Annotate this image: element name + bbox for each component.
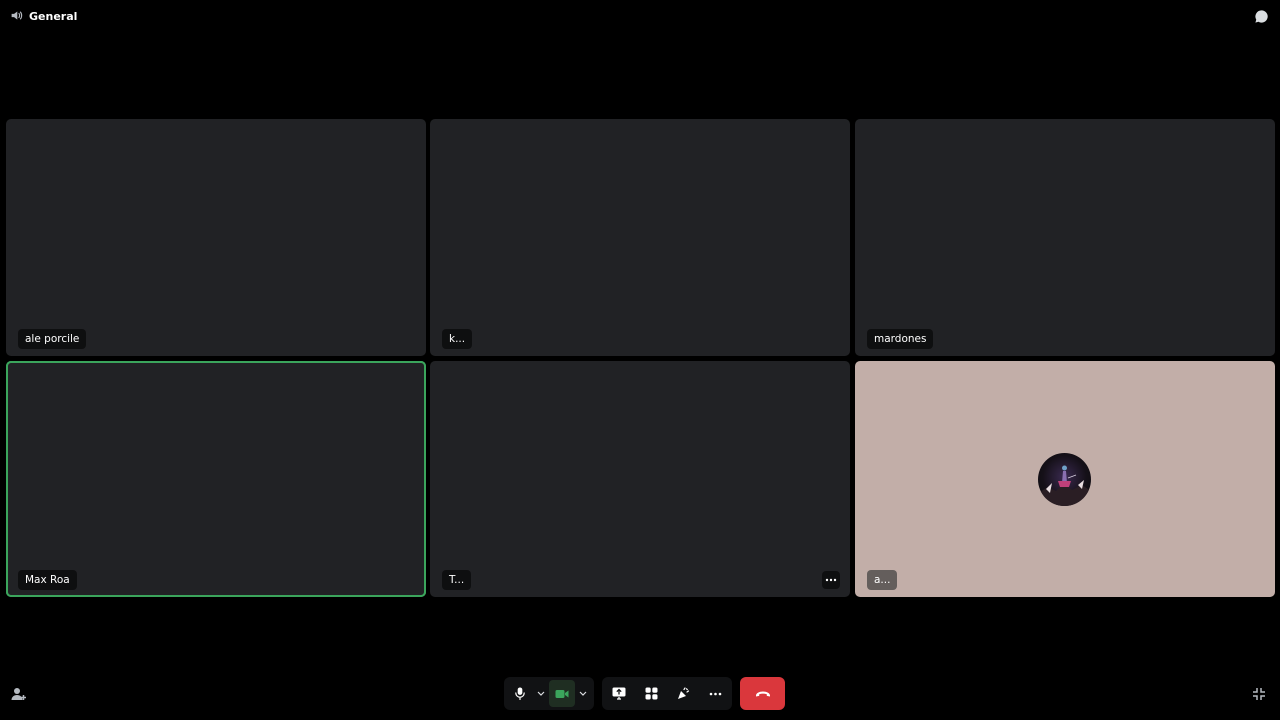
chat-bubble-icon[interactable] <box>1253 8 1269 24</box>
activities-icon[interactable] <box>638 680 664 707</box>
participant-tile-speaking[interactable]: Max Roa <box>6 361 426 597</box>
avatar <box>1038 453 1091 506</box>
participant-name: mardones <box>867 329 934 349</box>
participant-tile[interactable]: ale porcile <box>6 119 426 356</box>
participant-tile[interactable]: mardones <box>855 119 1275 356</box>
channel-header: General <box>10 8 77 24</box>
chevron-down-icon[interactable] <box>533 680 549 707</box>
exit-fullscreen-icon[interactable] <box>1252 686 1268 702</box>
microphone-icon[interactable] <box>507 680 533 707</box>
chevron-down-icon[interactable] <box>575 680 591 707</box>
soundboard-icon[interactable] <box>670 680 696 707</box>
participant-name: a... <box>867 570 898 590</box>
more-icon[interactable] <box>702 680 728 707</box>
video-camera-icon[interactable] <box>549 680 575 707</box>
more-icon[interactable] <box>822 571 840 589</box>
speaker-icon <box>10 7 23 26</box>
add-person-icon[interactable] <box>11 686 27 702</box>
actions-group <box>602 677 732 710</box>
channel-name: General <box>29 9 78 23</box>
call-controls <box>504 677 785 710</box>
participant-name: k... <box>442 329 473 349</box>
participant-tile[interactable]: k... <box>430 119 850 356</box>
participant-name: Max Roa <box>18 570 77 590</box>
screen-share-icon[interactable] <box>606 680 632 707</box>
audio-video-group <box>504 677 594 710</box>
participant-tile[interactable]: a... <box>855 361 1275 597</box>
hang-up-icon[interactable] <box>740 677 785 710</box>
participant-tile[interactable]: T... <box>430 361 850 597</box>
top-bar: General <box>0 0 1280 32</box>
participant-name: ale porcile <box>18 329 87 349</box>
participant-name: T... <box>442 570 472 590</box>
